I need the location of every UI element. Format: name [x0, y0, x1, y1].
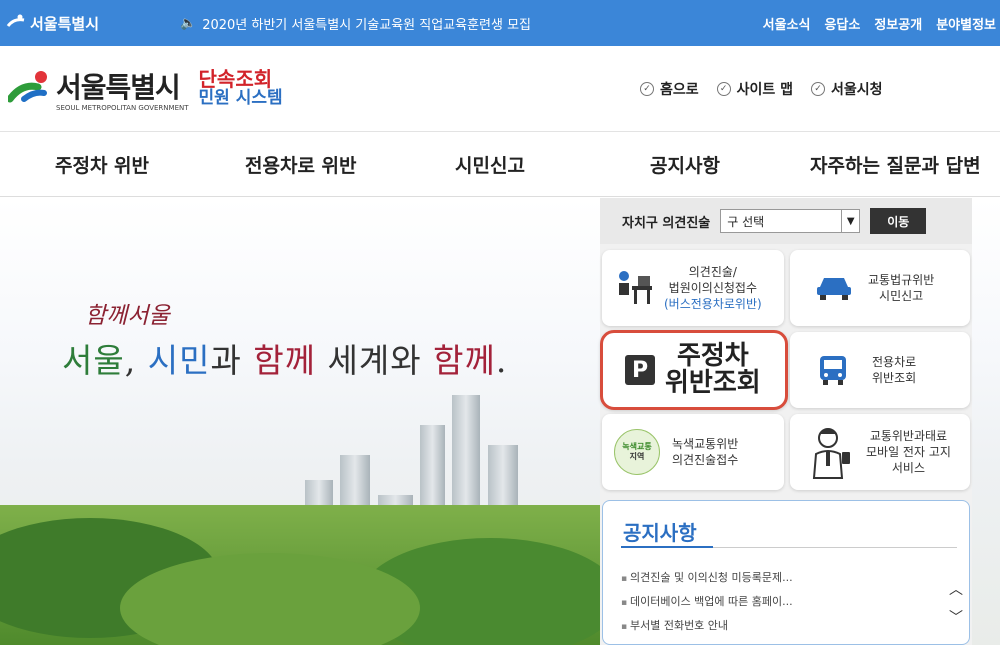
seoul-emblem-icon: [6, 69, 52, 109]
tile-mobile-notice[interactable]: 교통위반과태료 모바일 전자 고지 서비스: [790, 414, 970, 490]
district-select-value: 구 선택: [727, 214, 765, 229]
notice-scroll: ︿ ﹀: [949, 579, 963, 627]
top-link-field-info[interactable]: 분야별정보: [936, 14, 996, 33]
main-nav: 주정차 위반 전용차로 위반 시민신고 공지사항 자주하는 질문과 답변: [0, 133, 1000, 197]
tile-green-line1: 녹색교통위반: [672, 436, 739, 451]
chevron-down-icon: ▼: [841, 210, 859, 232]
tile-mobile-line3: 서비스: [891, 461, 926, 476]
nav-lane-violation[interactable]: 전용차로 위반: [245, 151, 357, 178]
top-link-disclosure[interactable]: 정보공개: [874, 14, 922, 33]
site-logo[interactable]: 서울특별시 SEOUL METROPOLITAN GOVERNMENT 단속조회…: [0, 66, 640, 112]
tile-opinion-line2: 법원이의신청접수: [668, 280, 757, 295]
logo-title: 서울특별시: [56, 70, 181, 104]
go-button[interactable]: 이동: [870, 208, 927, 234]
tile-green-line2: 의견진술접수: [672, 453, 739, 467]
sitemap-link[interactable]: ✓ 사이트 맵: [716, 79, 794, 99]
top-brand-label: 서울특별시: [30, 14, 100, 33]
home-link[interactable]: ✓ 홈으로: [640, 79, 699, 99]
system-title-1: 단속조회: [198, 67, 273, 92]
seoul-logo-icon: [6, 14, 25, 27]
tile-traffic-report[interactable]: 교통법규위반 시민신고: [790, 250, 970, 326]
nav-notices[interactable]: 공지사항: [650, 151, 720, 178]
desk-person-icon: [619, 271, 652, 304]
tile-opinion-line3: (버스전용차로위반): [664, 297, 762, 312]
check-circle-icon: ✓: [640, 81, 654, 96]
tile-mobile-line2: 모바일 전자 고지: [866, 444, 951, 459]
tile-parking-lookup[interactable]: P 주정차 위반조회: [600, 330, 788, 410]
top-notice-text: 2020년 하반기 서울특별시 기술교육원 직업교육훈련생 모집: [202, 17, 532, 33]
home-link-label: 홈으로: [660, 81, 699, 98]
notice-title[interactable]: 공지사항: [623, 517, 697, 546]
district-select[interactable]: 구 선택 ▼: [720, 209, 861, 233]
tile-lane-line2: 위반조회: [872, 371, 917, 385]
car-icon: [817, 278, 851, 300]
parking-p-icon: P: [625, 355, 655, 385]
tile-lane-line1: 전용차로: [872, 354, 917, 369]
service-panel: 자치구 의견진술 구 선택 ▼ 이동 의견진술/ 법원이의신청접수 (버스전용차…: [600, 198, 972, 645]
city-hall-link[interactable]: ✓ 서울시청: [811, 79, 883, 99]
top-links: 서울소식 응답소 정보공개 분야별정보: [763, 14, 1000, 33]
top-bar: 서울특별시 🔈 2020년 하반기 서울특별시 기술교육원 직업교육훈련생 모집…: [0, 0, 1000, 46]
top-link-news[interactable]: 서울소식: [763, 14, 811, 33]
notice-item[interactable]: 데이터베이스 백업에 따른 홈페이...: [621, 593, 793, 617]
check-circle-icon: ✓: [716, 81, 731, 96]
system-title-2: 민원 시스템: [198, 88, 283, 109]
chevron-down-icon[interactable]: ﹀: [949, 607, 963, 627]
tile-opinion-line1: 의견진술/: [688, 264, 737, 279]
notice-item[interactable]: 부서별 전화번호 안내: [621, 617, 793, 641]
check-circle-icon: ✓: [811, 81, 826, 96]
tile-traffic-line2: 시민신고: [879, 289, 924, 303]
nav-faq[interactable]: 자주하는 질문과 답변: [810, 151, 981, 178]
logo-subtitle: SEOUL METROPOLITAN GOVERNMENT: [56, 103, 189, 112]
notice-box: 공지사항 의견진술 및 이의신청 미등록문제... 데이터베이스 백업에 따른 …: [602, 500, 970, 645]
top-brand[interactable]: 서울특별시: [0, 13, 180, 34]
tile-opinion[interactable]: 의견진술/ 법원이의신청접수 (버스전용차로위반): [602, 250, 784, 326]
green-zone-badge: 녹색교통 지역: [614, 429, 660, 475]
district-select-row: 자치구 의견진술 구 선택 ▼ 이동: [600, 198, 972, 244]
nav-parking-violation[interactable]: 주정차 위반: [55, 151, 149, 178]
notice-item[interactable]: 의견진술 및 이의신청 미등록문제...: [621, 569, 793, 593]
slogan-main: 서울, 시민과 함께 세계와 함께.: [62, 341, 508, 380]
tile-traffic-line1: 교통법규위반: [868, 272, 935, 287]
chevron-up-icon[interactable]: ︿: [949, 579, 963, 599]
tile-parking-line2: 위반조회: [665, 368, 761, 398]
notice-list: 의견진술 및 이의신청 미등록문제... 데이터베이스 백업에 따른 홈페이..…: [621, 569, 793, 641]
top-link-response[interactable]: 응답소: [824, 14, 860, 33]
top-notice[interactable]: 🔈 2020년 하반기 서울특별시 기술교육원 직업교육훈련생 모집: [180, 14, 763, 33]
officer-icon: [812, 428, 850, 479]
slogan-small: 함께서울: [85, 303, 170, 329]
tile-mobile-line1: 교통위반과태료: [869, 428, 948, 443]
tile-parking-line1: 주정차: [676, 340, 749, 371]
city-hall-link-label: 서울시청: [831, 81, 883, 98]
tile-lane-lookup[interactable]: 전용차로 위반조회: [790, 332, 970, 408]
nav-citizen-report[interactable]: 시민신고: [455, 151, 525, 178]
header-links: ✓ 홈으로 ✓ 사이트 맵 ✓ 서울시청: [640, 79, 883, 99]
tile-green-traffic[interactable]: 녹색교통 지역 녹색교통위반 의견진술접수: [602, 414, 784, 490]
speaker-icon: 🔈: [180, 15, 197, 31]
bus-icon: [820, 356, 846, 385]
sitemap-link-label: 사이트 맵: [736, 81, 794, 98]
district-select-label: 자치구 의견진술: [622, 215, 711, 231]
header: 서울특별시 SEOUL METROPOLITAN GOVERNMENT 단속조회…: [0, 46, 1000, 132]
